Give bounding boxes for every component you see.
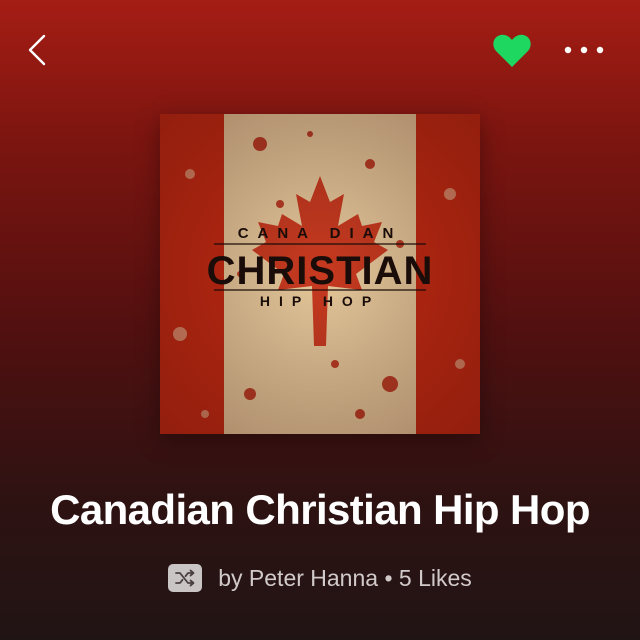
chevron-left-icon — [28, 34, 46, 66]
more-options-button[interactable] — [560, 36, 608, 64]
cover-text-line3: HIP HOP — [260, 293, 380, 309]
like-button[interactable] — [490, 28, 534, 72]
back-button[interactable] — [20, 30, 56, 70]
cover-text-line2: CHRISTIAN — [207, 249, 434, 293]
playlist-cover-art[interactable]: CANA DIAN CHRISTIAN HIP HOP — [160, 114, 480, 434]
playlist-owner-likes: by Peter Hanna • 5 Likes — [218, 564, 472, 591]
top-bar — [0, 0, 640, 100]
cover-text-line1: CANA DIAN — [238, 225, 403, 242]
shuffle-icon — [175, 569, 195, 587]
playlist-title: Canadian Christian Hip Hop — [50, 486, 590, 533]
playlist-meta: by Peter Hanna • 5 Likes — [0, 564, 640, 592]
shuffle-button[interactable] — [168, 564, 203, 592]
more-dots-icon — [564, 46, 604, 54]
heart-icon — [493, 34, 531, 67]
